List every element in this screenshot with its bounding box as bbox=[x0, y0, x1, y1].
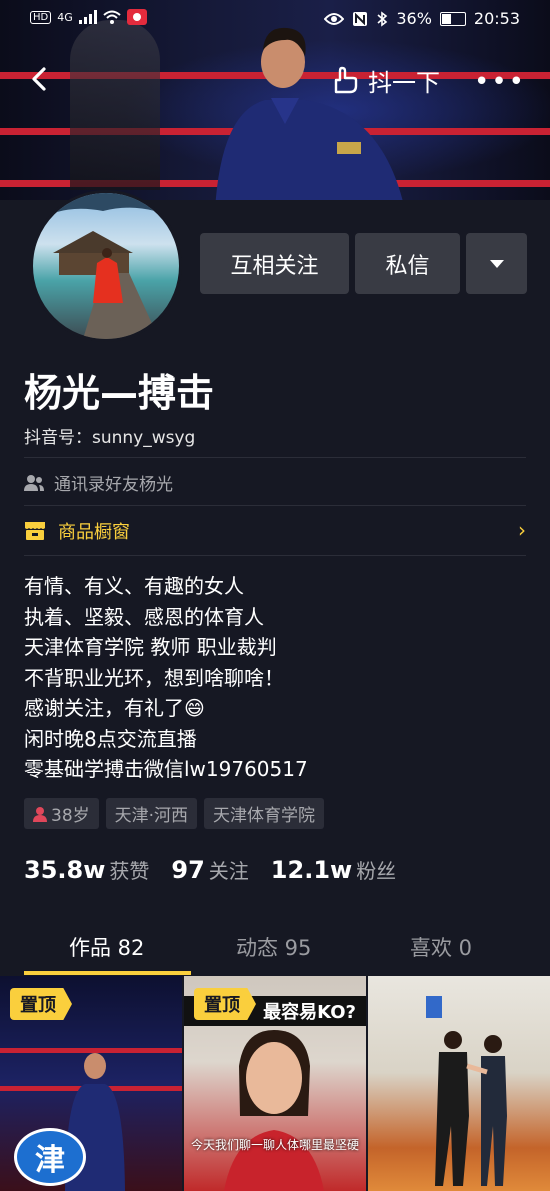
sparring-figures bbox=[435, 1031, 507, 1186]
profile-tags: 38岁 天津·河西 天津体育学院 bbox=[24, 798, 325, 829]
shake-button[interactable]: 抖一下 bbox=[330, 63, 440, 98]
stats-row: 35.8w 获赞 97 关注 12.1w 粉丝 bbox=[24, 855, 396, 884]
douyin-id[interactable]: 抖音号：sunny_wsyg bbox=[24, 423, 195, 448]
video-thumbnail[interactable] bbox=[368, 976, 550, 1191]
content-tabs: 作品 82 动态 95 喜欢 0 bbox=[0, 920, 550, 976]
tab-works[interactable]: 作品 82 bbox=[69, 932, 144, 962]
signal-icon bbox=[78, 10, 97, 24]
video-thumbnail[interactable]: 置顶 津 bbox=[0, 976, 182, 1191]
tab-likes[interactable]: 喜欢 0 bbox=[410, 932, 472, 962]
female-icon bbox=[33, 806, 47, 822]
referee-figure bbox=[215, 27, 403, 200]
contact-friend-row: 通讯录好友杨光 bbox=[24, 470, 173, 495]
bio-line: 天津体育学院 教师 职业裁判 bbox=[24, 635, 277, 659]
gym-banner bbox=[426, 996, 442, 1018]
cameraman-silhouette bbox=[70, 20, 160, 190]
fans-count: 12.1w bbox=[270, 856, 353, 884]
age-tag: 38岁 bbox=[24, 798, 99, 829]
active-tab-indicator bbox=[24, 971, 191, 975]
divider bbox=[24, 505, 526, 506]
tianjin-logo: 津 bbox=[14, 1128, 86, 1186]
top-navigation: 抖一下 ••• bbox=[0, 55, 550, 103]
back-arrow-icon[interactable] bbox=[26, 65, 54, 93]
bio-line: 不背职业光环，想到啥聊啥！ bbox=[24, 665, 284, 690]
eye-icon bbox=[324, 12, 345, 25]
shake-label: 抖一下 bbox=[368, 69, 440, 97]
divider bbox=[24, 457, 526, 458]
bio-line: 感谢关注，有礼了😄 bbox=[24, 696, 205, 720]
bio-line: 执着、坚毅、感恩的体育人 bbox=[24, 604, 264, 629]
bio-line: 闲时晚8点交流直播 bbox=[24, 726, 197, 751]
divider bbox=[24, 555, 526, 556]
bio: 有情、有义、有趣的女人 执着、坚毅、感恩的体育人 天津体育学院 教师 职业裁判 … bbox=[24, 571, 308, 785]
likes-count: 35.8w bbox=[24, 856, 106, 884]
fans-label: 粉丝 bbox=[356, 859, 397, 883]
pinned-badge: 置顶 bbox=[194, 988, 256, 1020]
hd-badge: HD bbox=[30, 10, 52, 24]
following-stat[interactable]: 97 关注 bbox=[171, 855, 248, 884]
network-label: 4G bbox=[57, 10, 73, 24]
contacts-icon bbox=[24, 474, 44, 491]
age-value: 38岁 bbox=[51, 806, 90, 826]
profile-name: 杨光—搏击 bbox=[24, 371, 215, 415]
logo-text: 津 bbox=[35, 1143, 65, 1178]
fans-stat[interactable]: 12.1w 粉丝 bbox=[271, 855, 396, 884]
more-options-icon[interactable]: ••• bbox=[474, 67, 526, 97]
shop-window-row[interactable]: 商品橱窗 › bbox=[24, 518, 526, 544]
speaker-face bbox=[224, 1030, 324, 1191]
mutual-follow-button[interactable]: 互相关注 bbox=[200, 233, 349, 294]
following-count: 97 bbox=[171, 856, 205, 884]
battery-percent: 36% bbox=[396, 9, 432, 28]
bio-line: 零基础学搏击微信lw19760517 bbox=[24, 757, 308, 781]
shop-label: 商品橱窗 bbox=[58, 522, 130, 543]
nfc-icon bbox=[353, 11, 368, 26]
chevron-right-icon: › bbox=[518, 518, 526, 542]
video-thumbnail[interactable]: 最容易KO? 今天我们聊一聊人体哪里最坚硬 置顶 bbox=[184, 976, 366, 1191]
following-label: 关注 bbox=[208, 859, 249, 883]
bluetooth-icon bbox=[377, 10, 388, 27]
clock: 20:53 bbox=[473, 9, 520, 28]
likes-stat: 35.8w 获赞 bbox=[24, 855, 149, 884]
battery-icon bbox=[439, 11, 466, 26]
triangle-down-icon bbox=[489, 259, 504, 268]
recommend-dropdown-button[interactable] bbox=[466, 233, 527, 294]
bio-line: 有情、有义、有趣的女人 bbox=[24, 574, 244, 598]
avatar[interactable] bbox=[30, 190, 182, 342]
hand-point-icon bbox=[334, 66, 358, 93]
school-tag: 天津体育学院 bbox=[204, 798, 325, 829]
contact-hint: 通讯录好友杨光 bbox=[54, 475, 173, 495]
pinned-badge: 置顶 bbox=[10, 988, 72, 1020]
video-grid: 置顶 津 最容易KO? 今天我们聊一聊人体哪里最坚硬 置顶 bbox=[0, 976, 550, 1191]
wifi-icon bbox=[103, 10, 121, 24]
likes-label: 获赞 bbox=[109, 859, 150, 883]
tab-dynamics[interactable]: 动态 95 bbox=[236, 932, 311, 962]
video-caption: 今天我们聊一聊人体哪里最坚硬 bbox=[190, 1138, 359, 1152]
shop-icon bbox=[25, 522, 45, 540]
message-button[interactable]: 私信 bbox=[355, 233, 460, 294]
location-tag: 天津·河西 bbox=[105, 798, 198, 829]
huawei-app-icon bbox=[126, 9, 147, 25]
avatar-photo bbox=[33, 193, 179, 339]
status-bar: HD 4G 36% 20:53 bbox=[0, 0, 550, 38]
